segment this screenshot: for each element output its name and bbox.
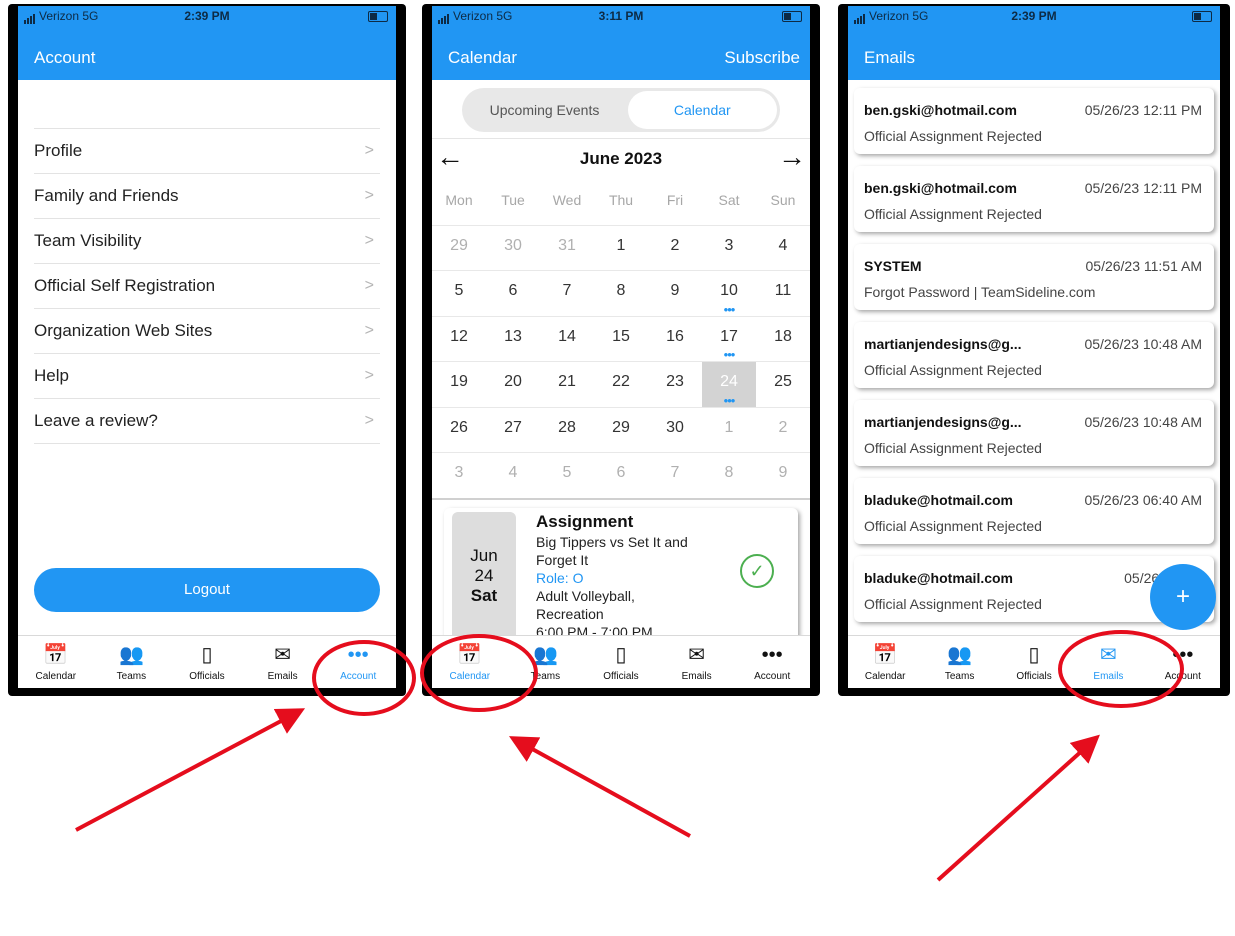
arrow-to-calendar-tab <box>508 736 691 838</box>
arrow-to-emails-tab <box>936 734 1100 882</box>
arrow-to-account-tab <box>75 708 306 832</box>
annotation-arrows <box>75 708 1100 882</box>
